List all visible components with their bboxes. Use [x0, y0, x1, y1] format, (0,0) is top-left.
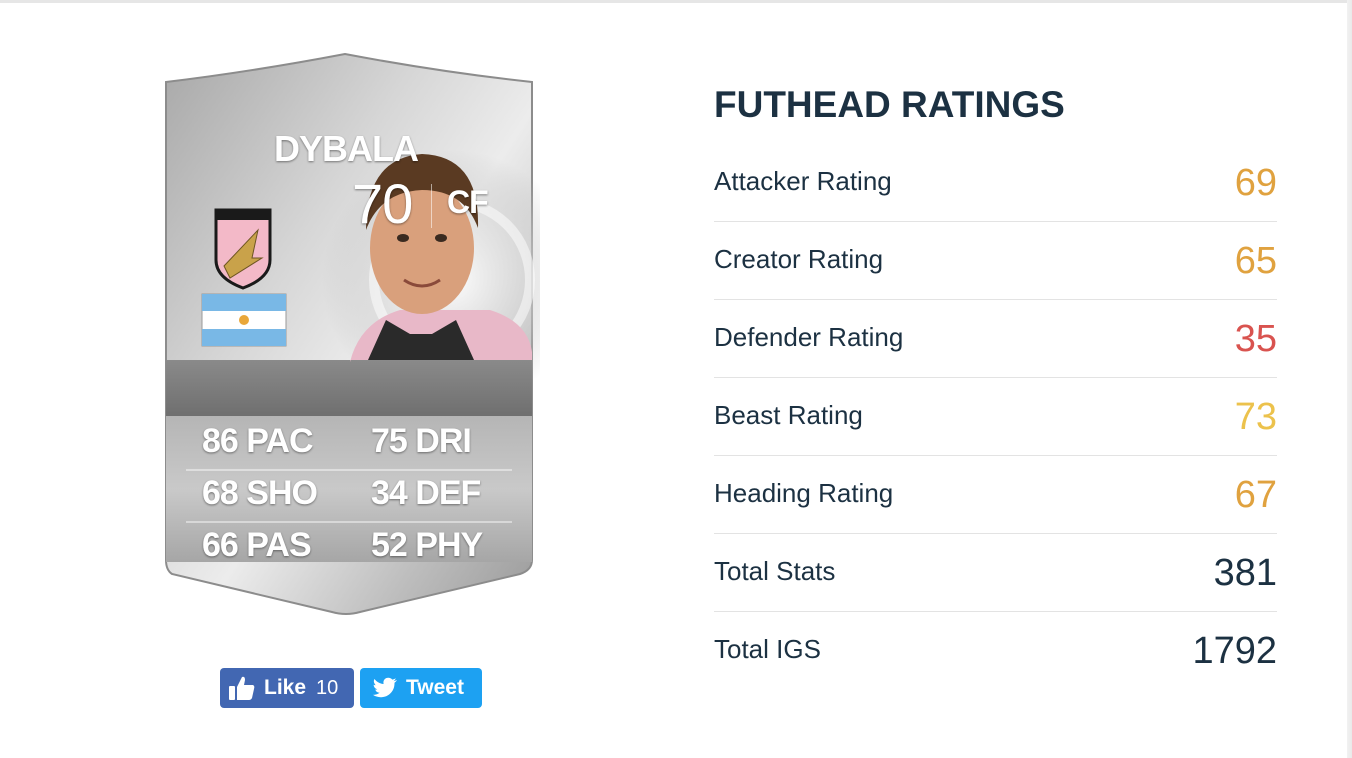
argentina-flag-icon — [201, 293, 287, 347]
player-card: DYBALA 70 CF 86 PAC 75 DRI 68 SHO 34 DEF… — [160, 52, 540, 617]
facebook-like-button[interactable]: Like 10 — [220, 668, 354, 708]
stat-dri: 75 DRI — [371, 422, 472, 460]
rating-value: 69 — [1234, 162, 1277, 204]
stat-pas: 66 PAS — [202, 526, 312, 564]
stat-sho: 68 SHO — [202, 474, 318, 512]
page-scrollbar[interactable] — [1347, 0, 1352, 758]
rating-label: Attacker Rating — [714, 166, 892, 196]
rating-label: Heading Rating — [714, 478, 894, 508]
tweet-label: Tweet — [406, 676, 464, 699]
stat-pac: 86 PAC — [202, 422, 314, 460]
rating-value: 67 — [1234, 474, 1277, 516]
rating-label: Total Stats — [714, 556, 836, 586]
ratings-list: Attacker Rating 69 Creator Rating 65 Def… — [714, 144, 1277, 689]
rating-row-creator: Creator Rating 65 — [714, 222, 1277, 300]
rating-value: 73 — [1234, 396, 1277, 438]
thumbs-up-icon — [229, 676, 255, 700]
player-position: CF — [447, 184, 489, 220]
twitter-bird-icon — [372, 677, 397, 698]
tweet-button[interactable]: Tweet — [360, 668, 482, 708]
rating-label: Defender Rating — [714, 322, 904, 352]
player-name: DYBALA — [274, 128, 419, 169]
rating-label: Beast Rating — [714, 400, 863, 430]
top-border — [0, 0, 1352, 3]
like-count: 10 — [316, 676, 339, 699]
rating-label: Total IGS — [714, 634, 821, 664]
ratings-title: FUTHEAD RATINGS — [714, 84, 1065, 125]
player-overall-rating: 70 — [352, 172, 413, 235]
rating-row-attacker: Attacker Rating 69 — [714, 144, 1277, 222]
rating-row-heading: Heading Rating 67 — [714, 456, 1277, 534]
rating-value: 381 — [1213, 552, 1277, 594]
rating-divider — [431, 184, 432, 228]
rating-row-total-stats: Total Stats 381 — [714, 534, 1277, 612]
rating-row-total-igs: Total IGS 1792 — [714, 612, 1277, 689]
stat-phy: 52 PHY — [371, 526, 483, 564]
rating-value: 1792 — [1192, 630, 1277, 672]
like-label: Like — [264, 676, 307, 699]
palermo-crest-icon — [214, 208, 272, 290]
rating-label: Creator Rating — [714, 244, 884, 274]
stat-def: 34 DEF — [371, 474, 481, 512]
rating-value: 35 — [1234, 318, 1277, 360]
rating-value: 65 — [1234, 240, 1277, 282]
rating-row-defender: Defender Rating 35 — [714, 300, 1277, 378]
rating-row-beast: Beast Rating 73 — [714, 378, 1277, 456]
